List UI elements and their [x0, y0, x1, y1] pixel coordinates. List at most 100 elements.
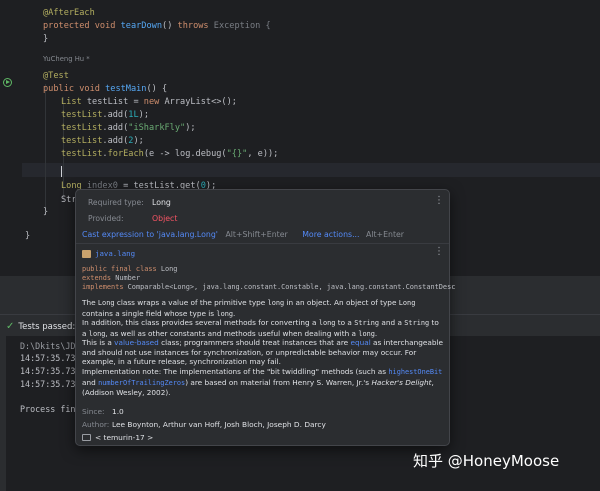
code-token: @Test — [43, 71, 69, 81]
code-token: forEach — [107, 149, 144, 159]
code-token: } — [43, 207, 49, 217]
code-token: } — [25, 231, 31, 241]
author-label: Author: — [82, 420, 110, 429]
doc-link[interactable]: equal — [350, 338, 370, 347]
sdk-name[interactable]: < temurin-17 > — [95, 433, 153, 442]
code-token: throws — [177, 21, 214, 31]
declaration-line: extends Number — [82, 274, 140, 282]
doc-text: long — [267, 299, 285, 307]
doc-text: and a — [379, 318, 405, 327]
code-token: ); — [185, 123, 196, 133]
doc-text: This is a — [82, 338, 115, 347]
code-line[interactable]: testList.forEach(e -> log.debug("{}", e)… — [61, 148, 278, 161]
check-icon: ✓ — [6, 321, 15, 332]
doc-text: class wraps a value of the primitive typ… — [114, 298, 268, 307]
declaration-line: implements Comparable<Long>, java.lang.c… — [82, 283, 455, 291]
doc-text: in an object. An object of type — [284, 298, 399, 307]
code-token: () { — [146, 84, 168, 94]
more-options-icon[interactable]: ⋮ — [434, 247, 444, 257]
provided-value: Object — [152, 214, 178, 223]
package-name[interactable]: java.lang — [95, 249, 135, 258]
editor-gutter[interactable] — [0, 0, 22, 276]
code-token: testList — [61, 149, 103, 159]
doc-link[interactable]: highestOneBit — [388, 368, 442, 376]
code-token: , e)); — [247, 149, 279, 159]
cast-shortcut: Alt+Shift+Enter — [225, 230, 288, 239]
doc-text: The — [82, 298, 98, 307]
run-test-gutter-icon[interactable] — [3, 78, 12, 87]
code-token: .add( — [102, 136, 129, 146]
current-line-highlight — [22, 163, 600, 177]
code-token: List — [61, 97, 82, 107]
cast-expression-action[interactable]: Cast expression to 'java.lang.Long' — [82, 230, 218, 239]
code-line[interactable]: protected void tearDown() throws Excepti… — [43, 20, 271, 33]
popup-separator — [76, 243, 449, 244]
code-line[interactable] — [61, 166, 62, 179]
code-token: testList — [61, 123, 103, 133]
doc-text: contains a single field whose type is — [82, 308, 217, 318]
doc-text: Hacker's Delight — [371, 377, 432, 387]
code-token: testList — [61, 110, 103, 120]
folder-icon — [82, 434, 91, 441]
doc-text: ) are based on material from Henry S. Wa… — [185, 377, 372, 387]
doc-text: to a — [335, 318, 355, 327]
doc-link[interactable]: value-based — [114, 338, 159, 347]
doc-text: long — [216, 309, 234, 318]
code-token: @AfterEach — [43, 8, 95, 18]
doc-text: String — [404, 319, 430, 327]
decl-keyword: implements — [82, 283, 128, 291]
decl-keyword: extends — [82, 274, 116, 282]
text-caret — [61, 166, 62, 177]
code-line[interactable]: testList.add(2); — [61, 135, 144, 148]
code-token: 1L — [128, 110, 139, 120]
indent-guide — [45, 84, 46, 214]
decl-keyword: public final class — [82, 265, 161, 273]
since-label: Since: — [82, 407, 105, 416]
code-token: public void — [43, 84, 106, 94]
code-token: .add( — [102, 123, 129, 133]
code-line[interactable]: @Test — [43, 70, 69, 83]
code-line[interactable]: testList.add("iSharkFly"); — [61, 122, 196, 135]
doc-text: long — [318, 319, 336, 327]
package-row: java.lang — [82, 249, 135, 258]
package-icon — [82, 249, 91, 258]
doc-paragraph: The Long class wraps a value of the prim… — [82, 298, 445, 319]
code-token: ArrayList<>(); — [164, 97, 237, 107]
since-value: 1.0 — [112, 407, 124, 416]
doc-text: Long — [398, 299, 416, 307]
doc-text: String — [354, 319, 380, 327]
code-line[interactable]: } — [25, 230, 30, 243]
code-token: tearDown — [120, 21, 163, 31]
tests-status-label: Tests passed: 1 — [18, 321, 84, 332]
code-token: new — [143, 97, 165, 107]
decl-name: Long — [160, 265, 178, 273]
doc-paragraph: In addition, this class provides several… — [82, 318, 445, 339]
author-inlay-hint[interactable]: YuCheng Hu * — [43, 55, 90, 63]
doc-text: class; programmers should treat instance… — [158, 338, 351, 347]
required-type-value: Long — [152, 198, 171, 207]
code-line[interactable]: @AfterEach — [43, 7, 95, 20]
quick-documentation-popup[interactable]: ⋮ Required type: Long Provided: Object C… — [75, 189, 455, 446]
code-line[interactable]: } — [43, 206, 48, 219]
code-token: ); — [138, 110, 149, 120]
provided-label: Provided: — [88, 214, 124, 223]
doc-text: long — [358, 329, 375, 338]
code-line[interactable]: testList.add(1L); — [61, 109, 149, 122]
more-options-icon[interactable]: ⋮ — [434, 196, 444, 206]
code-line[interactable]: public void testMain() { — [43, 83, 167, 96]
doc-text: , as well as other constants and methods… — [105, 328, 359, 338]
code-token: (e -> log.debug( — [143, 149, 227, 159]
code-token: protected void — [43, 21, 121, 31]
code-token: "iSharkFly" — [128, 123, 186, 133]
required-type-label: Required type: — [88, 198, 144, 207]
code-token: } — [43, 34, 49, 44]
doc-text: and — [82, 377, 99, 387]
decl-name: Comparable<Long>, java.lang.constant.Con… — [127, 283, 456, 291]
code-token: testList — [61, 136, 103, 146]
code-token: Exception { — [213, 21, 271, 31]
code-line[interactable]: } — [43, 33, 48, 46]
doc-link[interactable]: numberOfTrailingZeros — [98, 379, 185, 387]
watermark: 知乎 @HoneyMoose — [413, 452, 560, 470]
code-line[interactable]: List testList = new ArrayList<>(); — [61, 96, 237, 109]
more-actions-link[interactable]: More actions... — [302, 230, 359, 239]
